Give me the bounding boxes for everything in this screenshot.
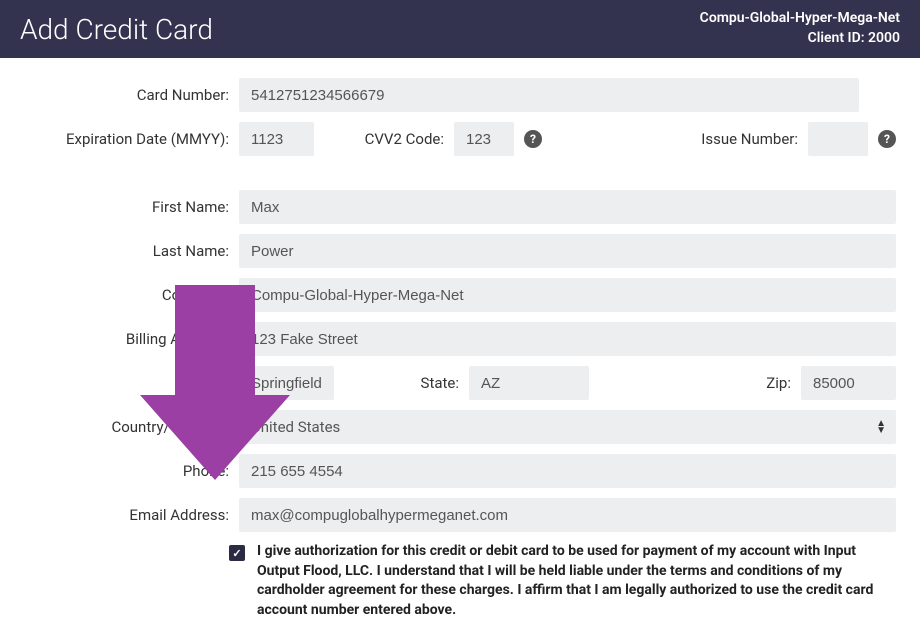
company-input[interactable] (239, 278, 896, 312)
issue-help-icon[interactable]: ? (878, 130, 896, 148)
phone-row: Phone: (24, 454, 896, 488)
zip-label: Zip: (589, 374, 801, 392)
country-select[interactable]: United States ▲▼ (239, 410, 896, 444)
billing-row: Billing Address: (24, 322, 896, 356)
expiration-input[interactable] (239, 122, 314, 156)
cvv-label: CVV2 Code: (314, 130, 454, 148)
last-name-row: Last Name: (24, 234, 896, 268)
country-value: United States (251, 418, 340, 436)
phone-label: Phone: (24, 462, 239, 480)
country-row: Country/Territory: United States ▲▼ (24, 410, 896, 444)
email-input[interactable] (239, 498, 896, 532)
cvv-help-icon[interactable]: ? (524, 130, 542, 148)
header-client-info: Compu-Global-Hyper-Mega-Net Client ID: 2… (700, 9, 900, 48)
email-row: Email Address: (24, 498, 896, 532)
issue-number-input[interactable] (808, 122, 868, 156)
page-title: Add Credit Card (20, 13, 213, 46)
consent-row: I give authorization for this credit or … (24, 542, 896, 620)
last-name-label: Last Name: (24, 242, 239, 260)
cvv-input[interactable] (454, 122, 514, 156)
billing-address-label: Billing Address: (24, 330, 239, 348)
state-input[interactable] (469, 366, 589, 400)
first-name-row: First Name: (24, 190, 896, 224)
last-name-input[interactable] (239, 234, 896, 268)
card-number-label: Card Number: (24, 86, 239, 104)
header-client-id: Client ID: 2000 (700, 29, 900, 49)
phone-input[interactable] (239, 454, 896, 488)
expiration-row: Expiration Date (MMYY): CVV2 Code: ? Iss… (24, 122, 896, 156)
email-label: Email Address: (24, 506, 239, 524)
zip-input[interactable] (801, 366, 896, 400)
company-row: Company: (24, 278, 896, 312)
first-name-label: First Name: (24, 198, 239, 216)
expiration-label: Expiration Date (MMYY): (24, 130, 239, 148)
consent-checkbox[interactable] (229, 545, 245, 561)
consent-text: I give authorization for this credit or … (257, 542, 896, 620)
city-state-zip-row: State: Zip: (24, 366, 896, 400)
first-name-input[interactable] (239, 190, 896, 224)
card-number-input[interactable] (239, 78, 859, 112)
chevron-updown-icon: ▲▼ (876, 420, 886, 434)
credit-card-form: Card Number: Expiration Date (MMYY): CVV… (0, 58, 920, 620)
billing-address-input[interactable] (239, 322, 896, 356)
city-input[interactable] (239, 366, 334, 400)
state-label: State: (334, 374, 469, 392)
header: Add Credit Card Compu-Global-Hyper-Mega-… (0, 0, 920, 58)
issue-number-label: Issue Number: (542, 130, 808, 148)
country-label: Country/Territory: (24, 418, 239, 436)
card-number-row: Card Number: (24, 78, 896, 112)
header-company-name: Compu-Global-Hyper-Mega-Net (700, 9, 900, 29)
company-label: Company: (24, 286, 239, 304)
